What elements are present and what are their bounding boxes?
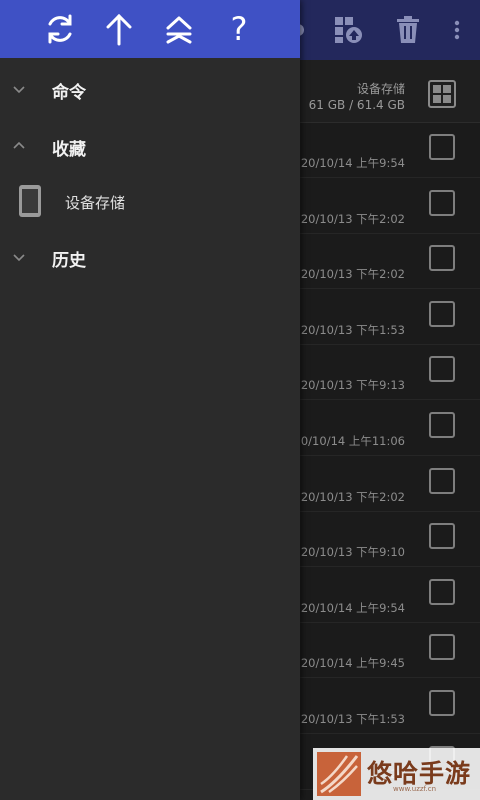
file-checkbox[interactable] (429, 245, 455, 272)
favorite-item-label: 设备存储 (65, 194, 126, 212)
file-checkbox[interactable] (429, 300, 455, 327)
refresh-icon[interactable] (41, 10, 79, 48)
file-checkbox[interactable] (429, 189, 455, 216)
chevron-down-icon (13, 86, 25, 94)
arrow-up-icon[interactable] (100, 10, 138, 48)
help-icon[interactable]: ? (220, 10, 258, 48)
file-checkbox[interactable] (429, 690, 455, 716)
more-vert-icon[interactable] (441, 14, 473, 46)
file-date: 20/10/14 上午9:54 (300, 156, 405, 170)
file-date: 20/10/13 下午9:10 (300, 545, 405, 560)
navigation-drawer: ? 命令 收藏 设备存储 历史 (0, 0, 300, 800)
drawer-toolbar: ? (0, 0, 300, 58)
file-date: 20/10/13 下午2:02 (300, 267, 405, 282)
grid-view-icon[interactable] (428, 80, 456, 108)
file-checkbox[interactable] (429, 412, 455, 438)
file-checkbox[interactable] (429, 134, 455, 160)
file-checkbox[interactable] (429, 634, 455, 661)
section-commands-label: 命令 (52, 83, 86, 103)
chevron-down-icon (13, 254, 25, 262)
file-date: 20/10/13 下午1:53 (300, 322, 405, 337)
file-checkbox[interactable] (429, 467, 455, 494)
file-date: 20/10/13 下午2:02 (300, 211, 405, 226)
help-glyph: ? (230, 10, 248, 48)
section-commands[interactable]: 命令 (0, 64, 300, 114)
storage-name: 设备存储 (356, 82, 405, 96)
watermark-logo-icon (317, 752, 361, 796)
upload-icon[interactable] (332, 14, 364, 46)
chevron-up-icon (13, 141, 25, 149)
file-checkbox[interactable] (429, 356, 455, 383)
file-date: 20/10/13 下午2:02 (300, 489, 405, 504)
storage-size: 61 GB / 61.4 GB (308, 98, 405, 112)
file-date: 20/10/14 上午11:06 (293, 434, 405, 448)
favorite-item-device-storage[interactable]: 设备存储 (0, 176, 300, 228)
file-date: 20/10/13 下午1:53 (300, 712, 405, 726)
section-history[interactable]: 历史 (0, 232, 300, 282)
section-favorites[interactable]: 收藏 (0, 121, 300, 171)
delete-icon[interactable] (392, 14, 424, 46)
phone-icon (19, 185, 41, 217)
watermark: 悠哈手游 www.uzzf.cn (313, 748, 480, 800)
file-date: 20/10/14 上午9:54 (300, 600, 405, 615)
section-history-label: 历史 (52, 251, 86, 271)
file-checkbox[interactable] (429, 578, 455, 605)
collapse-all-icon[interactable] (160, 10, 198, 48)
watermark-sub: www.uzzf.cn (393, 785, 437, 793)
file-checkbox[interactable] (429, 523, 455, 550)
file-date: 20/10/13 下午9:13 (300, 378, 405, 393)
file-date: 20/10/14 上午9:45 (300, 656, 405, 671)
section-favorites-label: 收藏 (52, 140, 86, 160)
